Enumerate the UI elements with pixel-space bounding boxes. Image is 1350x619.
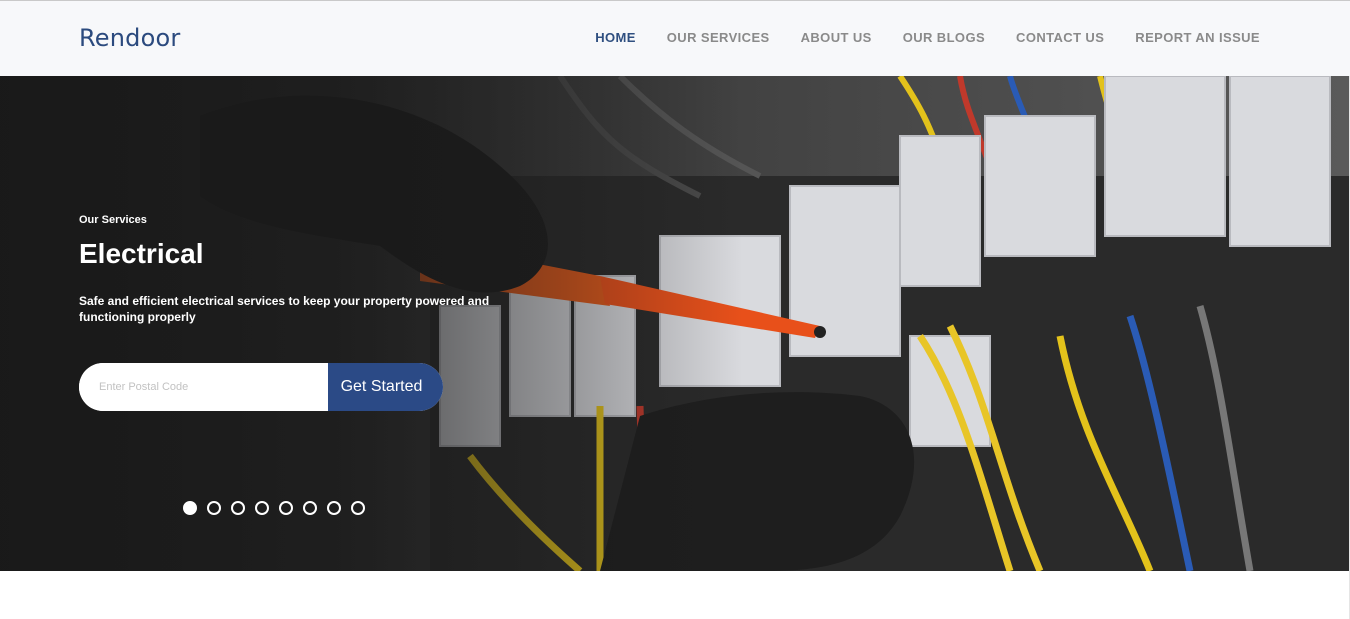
hero-description: Safe and efficient electrical services t… bbox=[79, 294, 490, 324]
carousel-dot-3[interactable] bbox=[231, 501, 245, 515]
nav-our-blogs[interactable]: OUR BLOGS bbox=[903, 30, 985, 45]
carousel-dot-4[interactable] bbox=[255, 501, 269, 515]
carousel-indicators bbox=[183, 501, 365, 515]
nav-about-us[interactable]: ABOUT US bbox=[801, 30, 872, 45]
carousel-dot-6[interactable] bbox=[303, 501, 317, 515]
postal-code-form: Get Started bbox=[79, 363, 443, 411]
nav-home[interactable]: HOME bbox=[595, 30, 636, 45]
hero-slider: Our Services Electrical Safe and efficie… bbox=[0, 76, 1350, 571]
nav-contact-us[interactable]: CONTACT US bbox=[1016, 30, 1104, 45]
postal-code-input[interactable] bbox=[79, 363, 328, 411]
site-header: Rendoor HOME OUR SERVICES ABOUT US OUR B… bbox=[0, 1, 1350, 76]
carousel-dot-2[interactable] bbox=[207, 501, 221, 515]
carousel-dot-8[interactable] bbox=[351, 501, 365, 515]
get-started-button[interactable]: Get Started bbox=[328, 363, 443, 411]
carousel-dot-5[interactable] bbox=[279, 501, 293, 515]
hero-title: Electrical bbox=[79, 238, 204, 269]
main-nav: HOME OUR SERVICES ABOUT US OUR BLOGS CON… bbox=[595, 30, 1260, 45]
hero-eyebrow: Our Services bbox=[79, 214, 147, 226]
carousel-dot-7[interactable] bbox=[327, 501, 341, 515]
nav-report-an-issue[interactable]: REPORT AN ISSUE bbox=[1135, 30, 1260, 45]
brand-logo[interactable]: Rendoor bbox=[79, 24, 180, 52]
nav-our-services[interactable]: OUR SERVICES bbox=[667, 30, 770, 45]
carousel-dot-1[interactable] bbox=[183, 501, 197, 515]
